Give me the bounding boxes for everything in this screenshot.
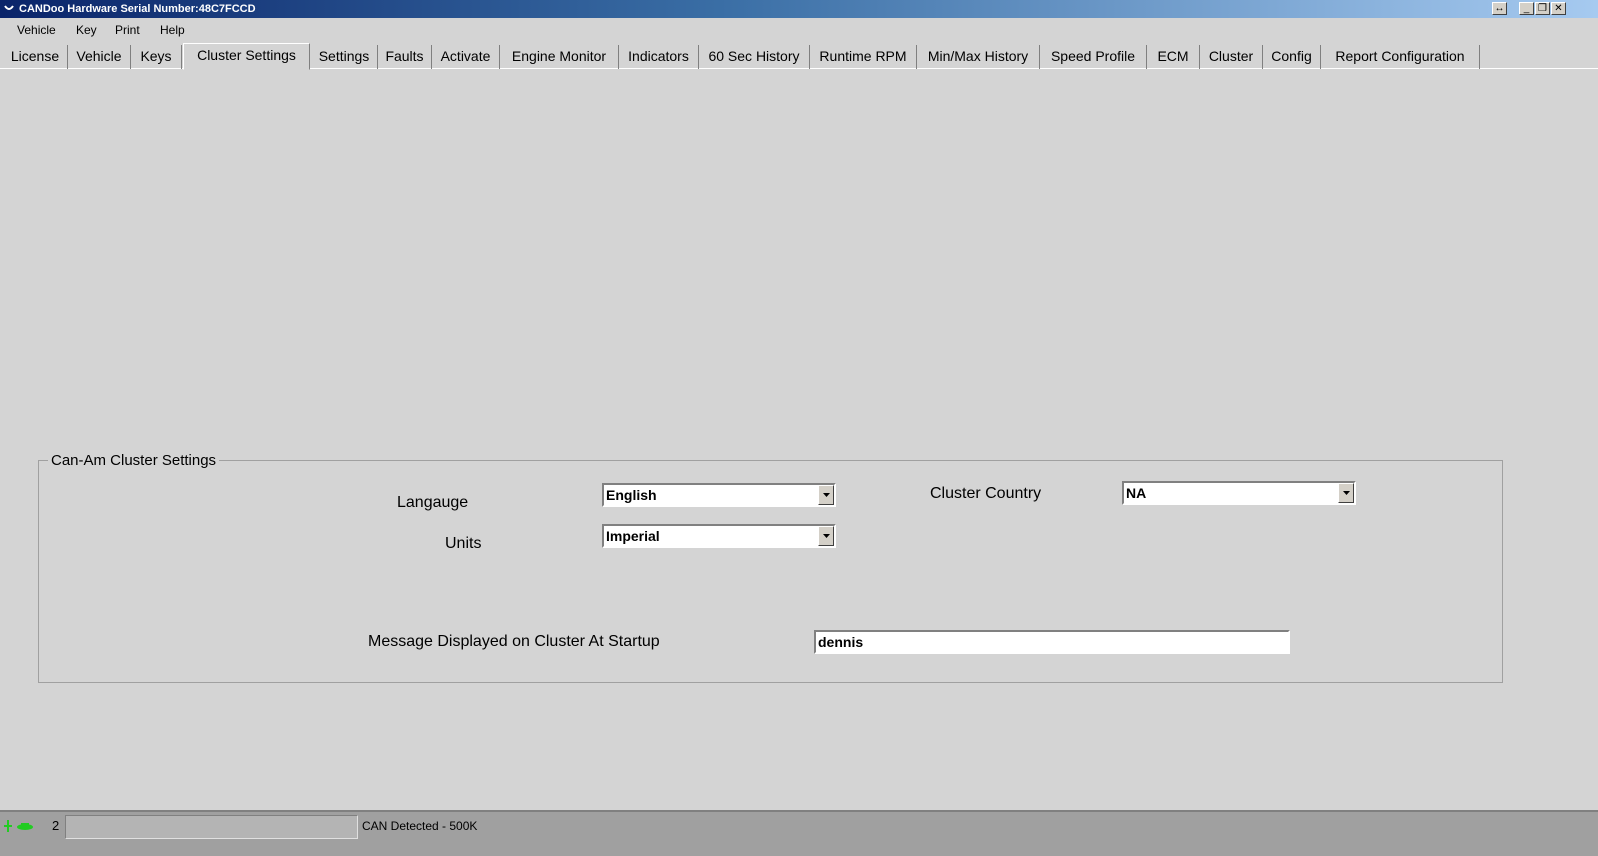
units-label: Units — [445, 535, 482, 552]
menu-key[interactable]: Key — [76, 23, 97, 37]
resize-button[interactable]: ↔ — [1492, 2, 1507, 15]
startup-message-input[interactable]: dennis — [814, 630, 1290, 654]
tab-vehicle[interactable]: Vehicle — [68, 45, 131, 69]
tab-cluster[interactable]: Cluster — [1200, 45, 1263, 69]
units-dropdown-button[interactable] — [818, 526, 834, 546]
status-count: 2 — [52, 818, 60, 833]
tab-license[interactable]: License — [3, 45, 68, 69]
chevron-down-icon — [823, 493, 830, 497]
tab-settings[interactable]: Settings — [311, 45, 378, 69]
menu-print[interactable]: Print — [115, 23, 140, 37]
connection-status-icon — [4, 820, 33, 832]
startup-message-value: dennis — [818, 634, 864, 650]
units-select[interactable]: Imperial — [602, 524, 836, 548]
tab-runtime-rpm[interactable]: Runtime RPM — [810, 45, 917, 69]
status-text: CAN Detected - 500K — [362, 819, 478, 833]
tab-config[interactable]: Config — [1263, 45, 1321, 69]
cluster-country-dropdown-button[interactable] — [1338, 483, 1354, 503]
language-value: English — [606, 487, 657, 503]
menu-vehicle[interactable]: Vehicle — [17, 23, 56, 37]
app-icon — [4, 5, 14, 10]
tab-keys[interactable]: Keys — [131, 45, 182, 69]
chevron-down-icon — [1343, 491, 1350, 495]
status-progress-panel — [65, 815, 358, 839]
status-bar: 2 CAN Detected - 500K — [0, 810, 1598, 856]
language-select[interactable]: English — [602, 483, 836, 507]
tab-60-sec-history[interactable]: 60 Sec History — [699, 45, 810, 69]
group-title: Can-Am Cluster Settings — [48, 452, 220, 469]
tab-indicators[interactable]: Indicators — [619, 45, 699, 69]
restore-button[interactable]: ❐ — [1535, 2, 1550, 15]
tab-cluster-settings[interactable]: Cluster Settings — [183, 43, 310, 70]
language-dropdown-button[interactable] — [818, 485, 834, 505]
tab-engine-monitor[interactable]: Engine Monitor — [500, 45, 619, 69]
startup-message-label: Message Displayed on Cluster At Startup — [368, 633, 660, 650]
tab-report-configuration[interactable]: Report Configuration — [1321, 45, 1480, 69]
tab-min-max-history[interactable]: Min/Max History — [917, 45, 1040, 69]
language-label: Langauge — [397, 494, 469, 511]
cluster-country-select[interactable]: NA — [1122, 481, 1356, 505]
title-bar: CANDoo Hardware Serial Number:48C7FCCD ↔… — [0, 0, 1598, 18]
cluster-country-label: Cluster Country — [930, 485, 1042, 502]
units-value: Imperial — [606, 528, 660, 544]
tab-strip: License Vehicle Keys Cluster Settings Se… — [0, 43, 1598, 70]
window-title: CANDoo Hardware Serial Number:48C7FCCD — [19, 3, 256, 15]
tab-activate[interactable]: Activate — [432, 45, 500, 69]
minimize-button[interactable]: _ — [1519, 2, 1534, 15]
tab-ecm[interactable]: ECM — [1147, 45, 1200, 69]
menu-help[interactable]: Help — [160, 23, 185, 37]
close-button[interactable]: ✕ — [1551, 2, 1566, 15]
tab-speed-profile[interactable]: Speed Profile — [1040, 45, 1147, 69]
menu-bar: Vehicle Key Print Help — [0, 18, 1598, 42]
tab-faults[interactable]: Faults — [378, 45, 432, 69]
chevron-down-icon — [823, 534, 830, 538]
cluster-country-value: NA — [1126, 485, 1147, 501]
